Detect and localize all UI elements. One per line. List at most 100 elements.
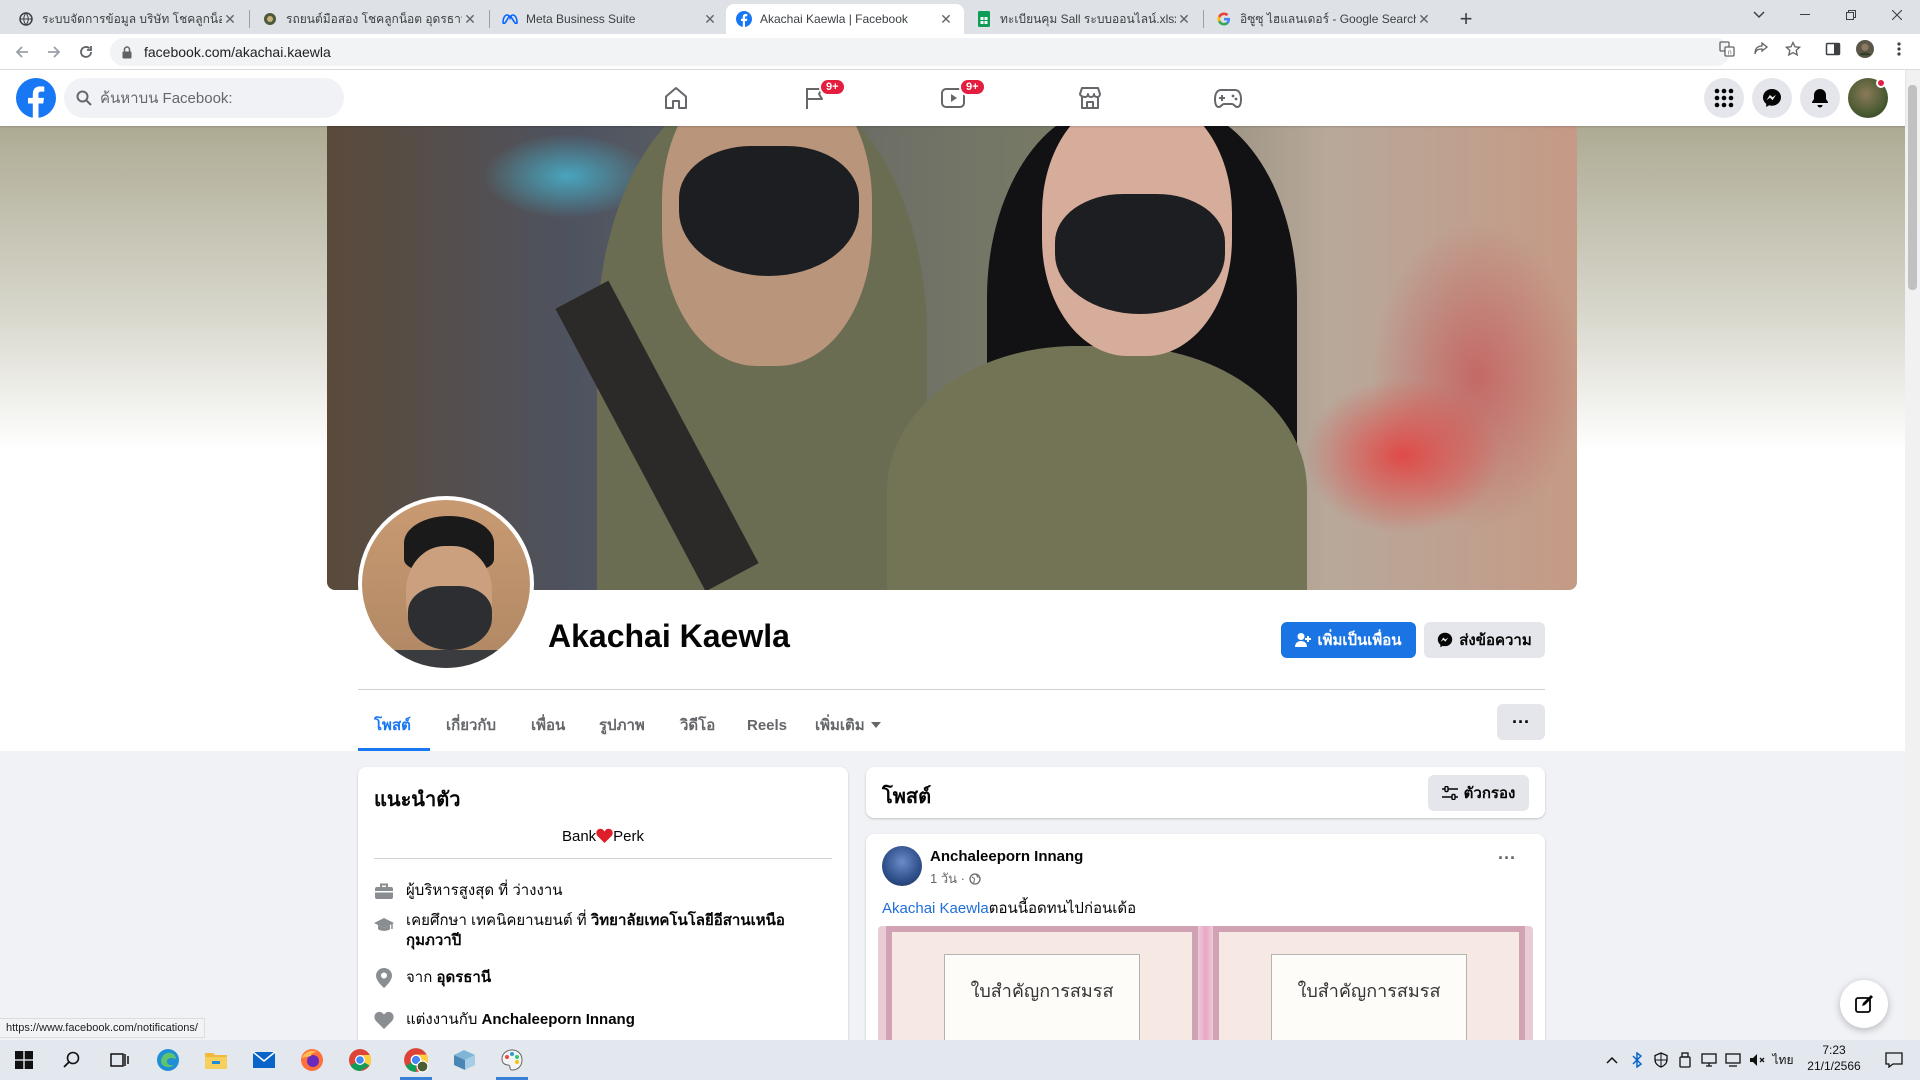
volume-muted-icon[interactable] — [1746, 1040, 1768, 1080]
close-window-icon[interactable] — [1874, 0, 1920, 30]
side-panel-icon[interactable] — [1824, 40, 1842, 58]
intro-school-line2[interactable]: กุมภวาปี — [406, 932, 461, 949]
browser-tab-3[interactable]: Meta Business Suite ✕ — [492, 4, 728, 34]
browser-tab-1[interactable]: ระบบจัดการข้อมูล บริษัท โชคลูกน็อต อ ✕ — [8, 4, 248, 34]
facebook-search-box[interactable] — [64, 78, 344, 118]
file-explorer-icon[interactable] — [192, 1040, 240, 1080]
tab-videos[interactable]: วิดีโอ — [680, 702, 715, 748]
nav-pages[interactable]: 9+ — [759, 70, 871, 126]
mail-icon[interactable] — [240, 1040, 288, 1080]
close-tab-icon[interactable]: ✕ — [1416, 11, 1432, 27]
intro-school-link[interactable]: วิทยาลัยเทคโนโลยีอีสานเหนือ — [591, 912, 785, 929]
close-tab-icon[interactable]: ✕ — [222, 11, 238, 27]
close-tab-icon[interactable]: ✕ — [1176, 11, 1192, 27]
facebook-icon — [736, 11, 752, 27]
browser-tab-2[interactable]: รถยนต์มือสอง โชคลูกน็อต อุดรธานี ✕ — [252, 4, 488, 34]
tab-posts[interactable]: โพสต์ — [374, 702, 411, 748]
windows-start-icon[interactable] — [0, 1040, 48, 1080]
intro-hometown-prefix: จาก — [406, 969, 437, 986]
filter-sliders-icon — [1441, 786, 1458, 800]
intro-separator — [374, 858, 832, 859]
tab-search-icon[interactable] — [1736, 0, 1782, 30]
tab-photos[interactable]: รูปภาพ — [599, 702, 645, 748]
chrome-menu-icon[interactable] — [1890, 40, 1908, 58]
search-icon[interactable] — [48, 1040, 96, 1080]
intro-work-row: ผู้บริหารสูงสุด ที่ ว่างงาน — [374, 881, 563, 901]
sheets-icon — [976, 11, 992, 27]
cover-photo[interactable] — [327, 126, 1577, 590]
facebook-search-input[interactable] — [100, 89, 320, 107]
windows-taskbar: ไทย 7:23 21/1/2566 — [0, 1040, 1920, 1080]
translate-icon[interactable]: ก — [1718, 40, 1736, 58]
minimize-window-icon[interactable] — [1782, 0, 1828, 30]
task-view-icon[interactable] — [96, 1040, 144, 1080]
post-options-icon[interactable]: ··· — [1498, 848, 1516, 869]
close-tab-icon[interactable]: ✕ — [462, 11, 478, 27]
new-message-button[interactable] — [1840, 980, 1888, 1028]
paint-icon[interactable] — [488, 1040, 536, 1080]
tray-overflow-icon[interactable] — [1600, 1040, 1624, 1080]
add-friend-label: เพิ่มเป็นเพื่อน — [1317, 632, 1402, 649]
browser-tab-5[interactable]: ทะเบียนคุม Sall ระบบออนไลน์.xlsx - G ✕ — [966, 4, 1202, 34]
action-center-icon[interactable] — [1874, 1040, 1914, 1080]
bookmark-star-icon[interactable] — [1784, 40, 1802, 58]
nav-marketplace[interactable] — [1034, 70, 1146, 126]
tab-about[interactable]: เกี่ยวกับ — [446, 702, 496, 748]
address-bar[interactable]: facebook.com/akachai.kaewla — [110, 38, 1730, 66]
add-friend-button[interactable]: เพิ่มเป็นเพื่อน — [1281, 622, 1416, 658]
profile-more-options-button[interactable]: ··· — [1497, 704, 1545, 740]
chrome-icon[interactable] — [336, 1040, 384, 1080]
reload-icon[interactable] — [72, 38, 100, 66]
filter-button[interactable]: ตัวกรอง — [1428, 775, 1529, 811]
bluetooth-icon[interactable] — [1626, 1040, 1648, 1080]
intro-hometown-link[interactable]: อุดรธานี — [436, 969, 491, 986]
home-icon — [663, 85, 689, 111]
usb-drive-icon[interactable] — [1674, 1040, 1696, 1080]
browser-tab-6[interactable]: อิซูซุ ไฮแลนเดอร์ - Google Search ✕ — [1206, 4, 1442, 34]
forward-arrow-icon[interactable] — [40, 38, 68, 66]
messenger-icon — [1437, 632, 1453, 648]
nav-gaming[interactable] — [1172, 70, 1284, 126]
tab-title: Akachai Kaewla | Facebook — [760, 12, 908, 26]
nav-home[interactable] — [620, 70, 732, 126]
share-icon[interactable] — [1752, 40, 1770, 58]
tab-reels[interactable]: Reels — [747, 702, 787, 748]
site-icon — [262, 11, 278, 27]
display-icon[interactable] — [1698, 1040, 1720, 1080]
avatar-mask — [408, 586, 492, 650]
marketplace-icon — [1077, 85, 1103, 111]
post-mention-link[interactable]: Akachai Kaewla — [882, 900, 989, 917]
post-author-name[interactable]: Anchaleeporn Innang — [930, 848, 1083, 865]
restore-window-icon[interactable] — [1828, 0, 1874, 30]
close-tab-icon[interactable]: ✕ — [938, 11, 954, 27]
notifications-button[interactable] — [1800, 78, 1840, 118]
tab-more[interactable]: เพิ่มเติม — [815, 702, 881, 748]
taskbar-clock[interactable]: 7:23 21/1/2566 — [1798, 1042, 1870, 1074]
menu-button[interactable] — [1704, 78, 1744, 118]
browser-toolbar: facebook.com/akachai.kaewla ก — [0, 34, 1920, 70]
profile-avatar-icon[interactable] — [1856, 40, 1874, 58]
tab-friends[interactable]: เพื่อน — [531, 702, 565, 748]
profile-avatar[interactable] — [358, 496, 534, 672]
security-shield-icon[interactable] — [1650, 1040, 1672, 1080]
chrome-profile-icon[interactable] — [392, 1040, 440, 1080]
firefox-icon[interactable] — [288, 1040, 336, 1080]
new-tab-button[interactable]: + — [1452, 5, 1480, 33]
input-language[interactable]: ไทย — [1770, 1040, 1796, 1080]
nav-watch[interactable]: 9+ — [897, 70, 1009, 126]
certificate-title-right: ใบสำคัญการสมรส — [1297, 981, 1441, 1002]
app-icon[interactable] — [440, 1040, 488, 1080]
post-time-text[interactable]: 1 วัน · — [930, 868, 965, 889]
intro-spouse-link[interactable]: Anchaleeporn Innang — [482, 1011, 635, 1028]
post-timestamp: 1 วัน · — [930, 868, 981, 889]
facebook-logo-icon[interactable] — [16, 78, 56, 118]
close-tab-icon[interactable]: ✕ — [702, 11, 718, 27]
send-message-button[interactable]: ส่งข้อความ — [1424, 622, 1545, 658]
scrollbar-thumb[interactable] — [1908, 85, 1917, 290]
messenger-button[interactable] — [1752, 78, 1792, 118]
network-icon[interactable] — [1722, 1040, 1744, 1080]
edge-icon[interactable] — [144, 1040, 192, 1080]
post-author-avatar[interactable] — [882, 846, 922, 886]
back-arrow-icon[interactable] — [8, 38, 36, 66]
browser-tab-4-active[interactable]: Akachai Kaewla | Facebook ✕ — [726, 4, 964, 34]
